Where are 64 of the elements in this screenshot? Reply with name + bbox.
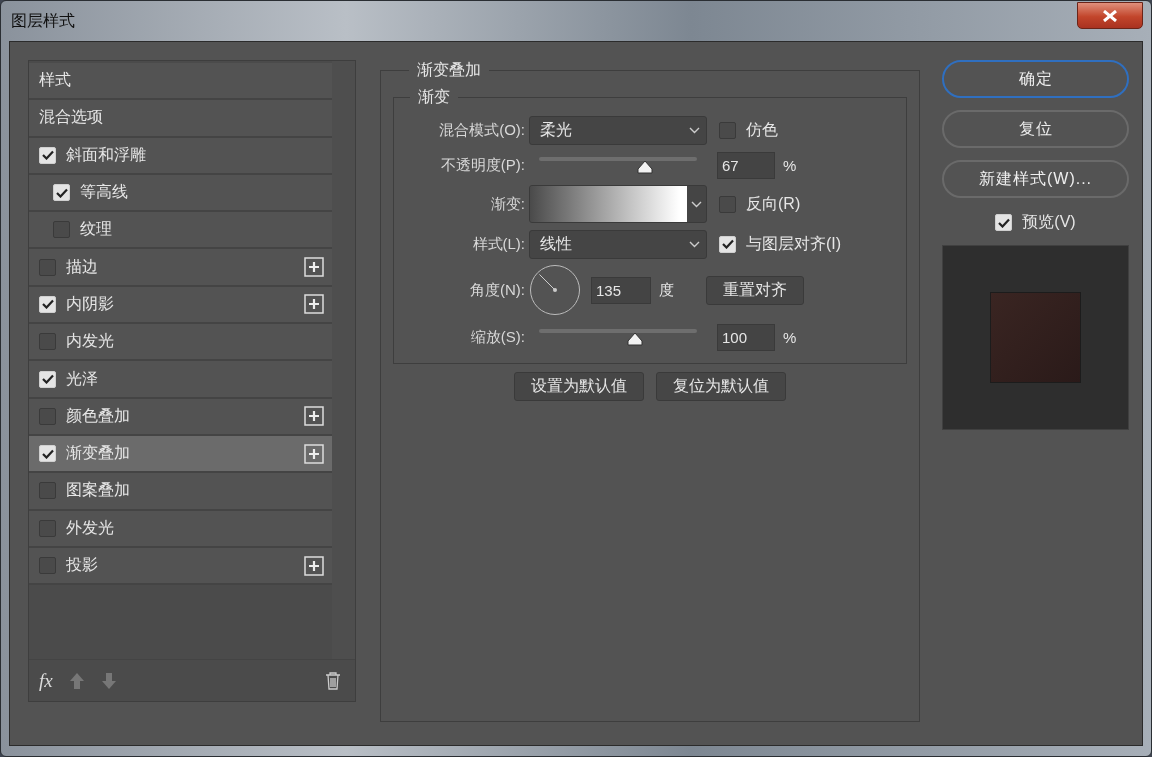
style-list-item[interactable]: 等高线	[29, 174, 332, 213]
checkbox-label: 与图层对齐(I)	[746, 233, 842, 254]
field-label: 混合模式(O):	[438, 121, 526, 140]
window-title: 图层样式	[11, 11, 75, 31]
dialog-button[interactable]: 确定	[942, 60, 1129, 98]
group-title: 渐变叠加	[416, 60, 482, 80]
checkbox-label: 仿色	[746, 120, 778, 140]
unit-label: %	[783, 156, 797, 174]
checkbox-label: 预览(V)	[1022, 212, 1076, 232]
trash-icon[interactable]	[325, 671, 341, 690]
caret-icon	[689, 127, 700, 134]
checkbox[interactable]	[39, 557, 56, 574]
scale-input[interactable]: 100	[717, 323, 775, 351]
checkbox[interactable]	[39, 333, 56, 351]
close-icon	[1102, 9, 1118, 22]
field-label: 渐变:	[489, 194, 526, 214]
group-title: 渐变	[417, 87, 451, 107]
checkbox[interactable]	[53, 221, 70, 239]
style-list-item[interactable]: 内阴影	[29, 286, 332, 325]
style-list-item[interactable]: 斜面和浮雕	[29, 137, 332, 175]
style-list-item[interactable]: 投影	[29, 547, 332, 586]
style-dropdown[interactable]: 线性	[529, 229, 707, 259]
field-label: 样式(L):	[471, 234, 526, 254]
style-list-item[interactable]: 渐变叠加	[29, 435, 332, 474]
fx-button[interactable]: fx	[39, 669, 53, 692]
dialog-button[interactable]: 新建样式(W)...	[942, 160, 1129, 198]
checkbox[interactable]	[39, 519, 56, 537]
style-list-item[interactable]: 纹理	[29, 212, 332, 250]
unit-label: %	[783, 328, 797, 346]
checkbox[interactable]	[39, 407, 56, 425]
add-icon[interactable]	[304, 406, 324, 427]
caret-icon	[691, 200, 702, 208]
style-list-item[interactable]: 内发光	[29, 324, 332, 362]
field-label: 缩放(S):	[469, 327, 526, 347]
unit-label: 度	[659, 280, 674, 300]
style-list-item[interactable]: 图案叠加	[29, 473, 332, 511]
gradient-picker[interactable]	[529, 185, 707, 223]
checkbox[interactable]	[719, 195, 736, 213]
style-list-item[interactable]: 颜色叠加	[29, 398, 332, 436]
checkbox[interactable]	[39, 482, 56, 500]
add-icon[interactable]	[304, 257, 324, 278]
add-icon[interactable]	[304, 443, 324, 464]
style-list-item[interactable]: 外发光	[29, 510, 332, 548]
field-label: 不透明度(P):	[439, 155, 526, 175]
checkbox-label: 反向(R)	[746, 193, 801, 214]
default-button[interactable]: 复位为默认值	[656, 372, 786, 401]
checkbox[interactable]	[39, 258, 56, 276]
caret-icon	[689, 240, 700, 248]
field-label: 角度(N):	[469, 280, 526, 300]
opacity-input[interactable]: 67	[717, 151, 775, 179]
add-icon[interactable]	[304, 555, 324, 576]
angle-input[interactable]: 135	[591, 276, 651, 304]
style-list-item[interactable]: 描边	[29, 249, 332, 287]
checkbox[interactable]	[719, 122, 736, 139]
style-list-item[interactable]: 光泽	[29, 361, 332, 399]
angle-dial[interactable]	[529, 264, 581, 316]
default-button[interactable]: 设置为默认值	[514, 372, 644, 401]
blend-mode-dropdown[interactable]: 柔光	[529, 116, 707, 145]
add-icon[interactable]	[304, 294, 324, 315]
style-list-item[interactable]: 混合选项	[29, 100, 332, 138]
close-button[interactable]	[1077, 2, 1143, 29]
dialog-button[interactable]: 复位	[942, 110, 1129, 148]
reset-align-button[interactable]: 重置对齐	[706, 275, 804, 305]
style-list-item[interactable]: 样式	[29, 63, 332, 101]
